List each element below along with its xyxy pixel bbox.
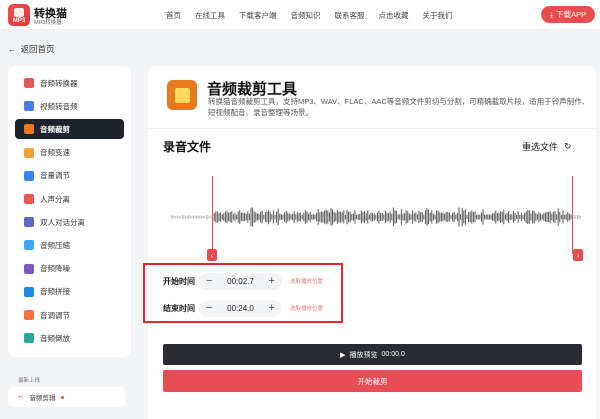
sidebar-item-label: 音频压缩 (40, 240, 70, 250)
play-preview-label: 播放预览 (349, 351, 378, 359)
recent-item-label: 音频剪辑 (29, 395, 56, 402)
audio-compress-icon (24, 240, 34, 251)
reselect-file-label: 重选文件 (522, 142, 559, 152)
sidebar-item-audio-compress[interactable]: 音频压缩 (15, 235, 124, 255)
start-time-label: 开始时间 (163, 276, 195, 286)
sidebar-item-label: 音频裁剪 (40, 124, 70, 134)
start-handle[interactable]: ‹ (207, 249, 217, 261)
sidebar-item-label: 视频转音频 (40, 101, 78, 111)
audio-speed-icon (24, 147, 34, 158)
recent-label: 最新上线 (18, 378, 41, 384)
audio-converter-icon (24, 78, 34, 88)
plus-icon[interactable]: + (269, 302, 275, 314)
minus-icon[interactable]: − (206, 302, 212, 314)
sidebar-item-volume-adjust[interactable]: 音量调节 (15, 166, 124, 186)
audio-cut-icon (24, 124, 34, 135)
new-badge (61, 395, 65, 399)
recent-item[interactable]: ✂ 音频剪辑 (8, 387, 125, 407)
sidebar-item-pitch-adjust[interactable]: 音调调节 (15, 305, 124, 325)
volume-adjust-icon (24, 170, 34, 181)
tool-description: 转换猫音频裁剪工具，支持MP3、WAV、FLAC、AAC等音频文件剪切与分割，可… (208, 97, 590, 117)
section-divider (148, 128, 596, 129)
back-home-link[interactable]: ← 返回首页 (8, 43, 55, 55)
start-time-stepper[interactable]: − 00:02.7 + (199, 272, 282, 290)
nav-item-favorite[interactable]: 点击收藏 (379, 10, 409, 21)
sidebar-item-label: 音调调节 (40, 310, 70, 320)
sidebar-item-label: 人声分离 (40, 194, 70, 204)
nav-item-home[interactable]: 首页 (166, 10, 181, 21)
sidebar-item-label: 双人对话分离 (40, 217, 85, 227)
video-to-audio-icon (24, 101, 34, 112)
arrow-left-icon: ← (8, 44, 17, 54)
play-icon: ▶ (340, 351, 346, 359)
download-app-button[interactable]: ⤓ 下载APP (541, 6, 595, 23)
pitch-adjust-icon (24, 310, 34, 320)
logo-mark-text: MP3 (12, 18, 26, 24)
start-time-row: 开始时间 − 00:02.7 + 选取播放位置 (163, 272, 323, 290)
scissors-icon: ✂ (18, 394, 24, 401)
nav-item-download-client[interactable]: 下载客户端 (239, 10, 277, 21)
sidebar-item-audio-cut[interactable]: 音频裁剪 (15, 119, 124, 140)
audio-merge-icon (24, 286, 34, 297)
sidebar-item-label: 音频降噪 (40, 264, 70, 274)
file-section-title: 录音文件 (163, 140, 212, 154)
end-marker-line[interactable] (572, 176, 573, 254)
start-marker-line[interactable] (212, 176, 213, 254)
sidebar-item-label: 音频变速 (40, 148, 70, 158)
sidebar-item-dialogue-separation[interactable]: 双人对话分离 (15, 212, 124, 232)
play-time: 00:00.0 (381, 351, 405, 358)
nav-item-contact[interactable]: 联系客服 (335, 10, 365, 21)
play-preview-button[interactable]: ▶ 播放预览 00:00.0 (163, 344, 582, 365)
end-time-value[interactable]: 00:24.0 (227, 304, 254, 313)
nav-item-about[interactable]: 关于我们 (423, 10, 453, 21)
audio-cut-tool-icon (167, 80, 197, 110)
sidebar-item-audio-reverse[interactable]: 音频倒放 (15, 328, 124, 348)
plus-icon[interactable]: + (269, 275, 275, 287)
dialogue-separation-icon (24, 217, 34, 228)
end-pick-position-link[interactable]: 选取播放位置 (290, 304, 323, 312)
refresh-icon: ↻ (564, 141, 572, 151)
reselect-file-button[interactable]: 重选文件 ↻ (522, 140, 572, 153)
download-app-label: 下载APP (556, 10, 587, 19)
audio-reverse-icon (24, 333, 34, 344)
back-home-label: 返回首页 (20, 44, 55, 54)
start-time-value[interactable]: 00:02.7 (227, 277, 254, 286)
sidebar-item-audio-converter[interactable]: 音频转换器 (15, 73, 124, 93)
sidebar-item-label: 音量调节 (40, 171, 70, 181)
download-icon: ⤓ (549, 9, 554, 19)
sidebar-item-video-to-audio[interactable]: 视频转音频 (15, 96, 124, 116)
audio-denoise-icon (24, 263, 34, 274)
sidebar-item-audio-denoise[interactable]: 音频降噪 (15, 259, 124, 279)
nav-item-online-tools[interactable]: 在线工具 (195, 10, 225, 21)
main-nav: 首页 在线工具 下载客户端 音频知识 联系客服 点击收藏 关于我们 (166, 10, 467, 21)
audio-waveform[interactable] (171, 175, 581, 259)
sidebar-item-audio-speed[interactable]: 音频变速 (15, 143, 124, 163)
start-pick-position-link[interactable]: 选取播放位置 (290, 277, 323, 285)
top-header: MP3 转换猫 MP3转换器 首页 在线工具 下载客户端 音频知识 联系客服 点… (0, 0, 600, 30)
minus-icon[interactable]: − (206, 275, 212, 287)
end-handle[interactable]: › (573, 249, 583, 261)
sidebar-item-vocal-separation[interactable]: 人声分离 (15, 189, 124, 209)
sidebar-item-label: 音频转换器 (40, 78, 78, 88)
start-cut-button[interactable]: 开始裁剪 (163, 370, 582, 392)
sidebar-item-label: 音频拼接 (40, 287, 70, 297)
sidebar-item-label: 音频倒放 (40, 333, 70, 343)
end-time-label: 结束时间 (163, 303, 195, 313)
end-time-row: 结束时间 − 00:24.0 + 选取播放位置 (163, 299, 323, 317)
app-logo[interactable]: MP3 (8, 4, 30, 26)
vocal-separation-icon (24, 194, 34, 204)
end-time-stepper[interactable]: − 00:24.0 + (199, 299, 282, 317)
sidebar-item-audio-merge[interactable]: 音频拼接 (15, 282, 124, 302)
nav-item-audio-knowledge[interactable]: 音频知识 (291, 10, 321, 21)
logo-subtitle: MP3转换器 (34, 20, 62, 26)
